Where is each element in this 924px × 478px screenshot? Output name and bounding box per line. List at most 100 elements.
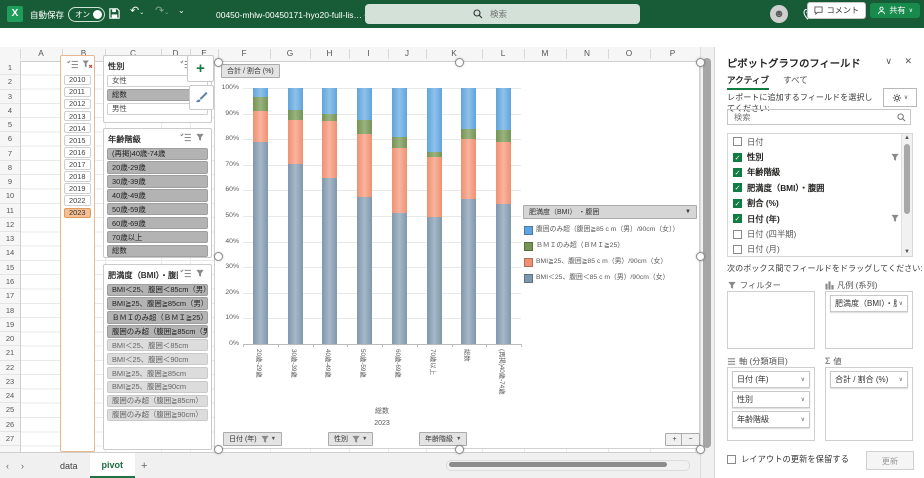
bar-segment[interactable] xyxy=(427,217,442,344)
row-headers[interactable]: 1234567891011121314151617181920212223242… xyxy=(0,61,21,452)
slicer-bmi-item[interactable]: BMI＜25、腹囲＜90cm xyxy=(107,353,208,365)
pivot-chart[interactable]: 合計 / 割合 (%) 0%10%20%30%40%50%60%70%80%90… xyxy=(214,61,700,449)
slicer-date[interactable]: 日付 (年)2010201120122013201420152016201720… xyxy=(60,55,95,452)
field-checkbox[interactable]: ✓ xyxy=(733,183,742,192)
bar-segment[interactable] xyxy=(427,157,442,217)
row-header-17[interactable]: 17 xyxy=(0,289,20,303)
slicer-bmi-item[interactable]: BMI＜25、腹囲＜85cm xyxy=(107,339,208,351)
row-header-7[interactable]: 7 xyxy=(0,147,20,161)
slicer-bmi-item[interactable]: 腹囲のみ超（腹囲≧85cm） xyxy=(107,395,208,407)
slicer-bmi-item[interactable]: 腹囲のみ超（腹囲≧85cm（男… xyxy=(107,325,208,337)
collapse-button[interactable]: − xyxy=(681,433,700,446)
slicer-bmi-item[interactable]: BMI＜25、腹囲＜85cm（男）… xyxy=(107,284,208,296)
defer-checkbox[interactable] xyxy=(727,455,736,464)
horizontal-scrollbar[interactable] xyxy=(446,460,690,471)
filter-icon[interactable] xyxy=(195,133,208,144)
field-row[interactable]: 日付 xyxy=(728,134,912,149)
bar-segment[interactable] xyxy=(392,88,407,137)
row-header-4[interactable]: 4 xyxy=(0,104,20,118)
bar-segment[interactable] xyxy=(392,137,407,149)
row-header-11[interactable]: 11 xyxy=(0,204,20,218)
next-sheet-icon[interactable]: › xyxy=(15,461,30,471)
field-checkbox[interactable] xyxy=(733,230,742,239)
bar-segment[interactable] xyxy=(357,197,372,344)
area-field-chip[interactable]: 合計 / 割合 (%)∨ xyxy=(830,371,908,388)
slicer-age[interactable]: 年齢階級(再掲)40歳-74歳20歳-29歳30歳-39歳40歳-49歳50歳-… xyxy=(103,128,212,258)
field-row[interactable]: 日付 (四半期) xyxy=(728,226,912,241)
slicer-date-item[interactable]: 2012 xyxy=(64,99,91,110)
bar-segment[interactable] xyxy=(392,148,407,213)
chart-elements-button[interactable]: + xyxy=(187,55,214,82)
chart-axis-field-button[interactable]: 性別▼ xyxy=(328,432,373,446)
row-header-25[interactable]: 25 xyxy=(0,403,20,417)
chart-axis-field-button[interactable]: 日付 (年)▼ xyxy=(223,432,282,446)
row-header-26[interactable]: 26 xyxy=(0,418,20,432)
area-field-chip[interactable]: 日付 (年)∨ xyxy=(732,371,810,388)
row-header-8[interactable]: 8 xyxy=(0,161,20,175)
sheet-tab-pivot[interactable]: pivot xyxy=(90,453,136,478)
field-row[interactable]: 日付 (月) xyxy=(728,242,912,257)
row-header-21[interactable]: 21 xyxy=(0,346,20,360)
field-row[interactable]: ✓年齢階級 xyxy=(728,165,912,180)
chevron-down-icon[interactable]: ∨ xyxy=(885,56,892,67)
bar-segment[interactable] xyxy=(322,178,337,344)
row-header-24[interactable]: 24 xyxy=(0,389,20,403)
pane-tab-すべて[interactable]: すべて xyxy=(783,74,808,90)
row-header-2[interactable]: 2 xyxy=(0,75,20,89)
row-header-15[interactable]: 15 xyxy=(0,261,20,275)
bar-segment[interactable] xyxy=(288,120,303,164)
slicer-age-item[interactable]: 70歳以上 xyxy=(107,231,208,243)
chart-styles-button[interactable] xyxy=(189,85,214,110)
selection-handle[interactable] xyxy=(214,58,223,67)
bar-segment[interactable] xyxy=(322,114,337,122)
column-header-A[interactable]: A xyxy=(38,48,44,58)
field-row[interactable]: ✓日付 (年) xyxy=(728,211,912,226)
field-checkbox[interactable]: ✓ xyxy=(733,214,742,223)
row-header-18[interactable]: 18 xyxy=(0,304,20,318)
row-header-23[interactable]: 23 xyxy=(0,375,20,389)
column-header-O[interactable]: O xyxy=(626,48,632,58)
selection-handle[interactable] xyxy=(455,445,464,454)
prev-sheet-icon[interactable]: ‹ xyxy=(0,461,15,471)
column-header-I[interactable]: I xyxy=(367,48,369,58)
multiselect-icon[interactable] xyxy=(180,133,193,144)
chart-legend-field-button[interactable]: 肥満度（BMI） ・腹囲 ▼ xyxy=(523,205,697,219)
close-pane-icon[interactable]: ✕ xyxy=(904,56,912,67)
bar-segment[interactable] xyxy=(392,213,407,344)
multiselect-icon[interactable] xyxy=(180,269,193,280)
column-header-P[interactable]: P xyxy=(670,48,676,58)
quick-access-chevron-icon[interactable]: ⌄ xyxy=(178,0,185,25)
row-header-19[interactable]: 19 xyxy=(0,318,20,332)
bar-segment[interactable] xyxy=(461,88,476,129)
column-header-K[interactable]: K xyxy=(451,48,457,58)
slicer-date-item[interactable]: 2014 xyxy=(64,123,91,134)
sheet-tab-data[interactable]: data xyxy=(48,453,90,478)
field-checkbox[interactable] xyxy=(733,137,742,146)
bar-segment[interactable] xyxy=(496,142,511,205)
bar-segment[interactable] xyxy=(357,88,372,120)
autosave-toggle[interactable]: オン xyxy=(68,7,105,22)
slicer-age-item[interactable]: 50歳-59歳 xyxy=(107,203,208,215)
slicer-date-item[interactable]: 2023 xyxy=(64,208,91,219)
bar-segment[interactable] xyxy=(288,164,303,344)
share-button[interactable]: 共有 ∨ xyxy=(870,3,920,18)
bar-segment[interactable] xyxy=(253,88,268,97)
selection-handle[interactable] xyxy=(696,252,705,261)
bar-segment[interactable] xyxy=(288,110,303,120)
pane-tab-アクティブ[interactable]: アクティブ xyxy=(727,74,769,90)
field-search-input[interactable] xyxy=(732,112,897,123)
column-header-L[interactable]: L xyxy=(501,48,506,58)
bar-segment[interactable] xyxy=(461,129,476,139)
row-header-5[interactable]: 5 xyxy=(0,118,20,132)
selection-handle[interactable] xyxy=(214,445,223,454)
tools-button[interactable]: ∨ xyxy=(883,88,917,107)
bar-segment[interactable] xyxy=(322,121,337,177)
defer-layout-row[interactable]: レイアウトの更新を保留する xyxy=(727,453,849,465)
row-header-16[interactable]: 16 xyxy=(0,275,20,289)
field-checkbox[interactable]: ✓ xyxy=(733,168,742,177)
clear-filter-icon[interactable] xyxy=(82,60,95,71)
slicer-date-item[interactable]: 2017 xyxy=(64,159,91,170)
update-button[interactable]: 更新 xyxy=(866,451,914,470)
column-header-F[interactable]: F xyxy=(241,48,246,58)
slicer-bmi-item[interactable]: BMI≧25、腹囲≧90cm xyxy=(107,381,208,393)
